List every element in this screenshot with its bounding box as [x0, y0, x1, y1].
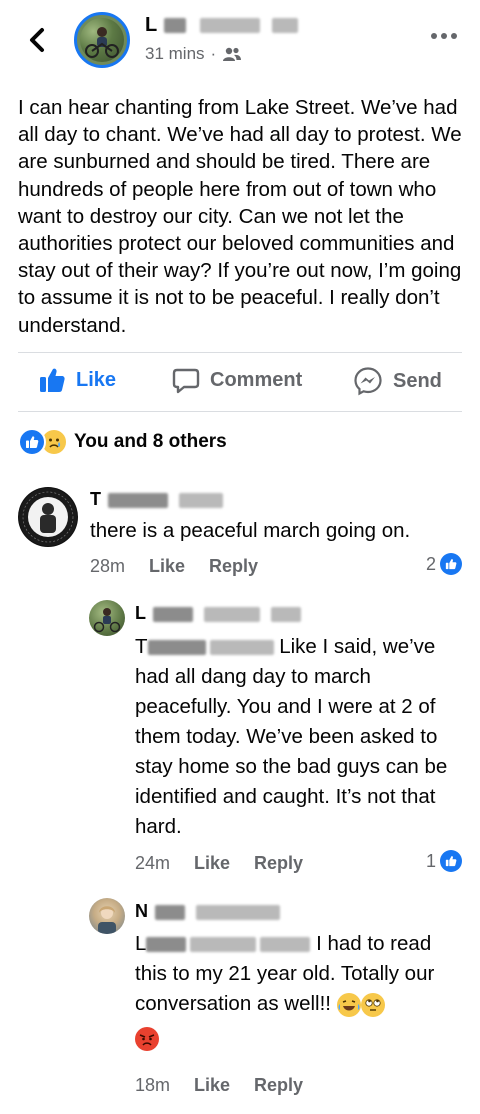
redacted-name: [108, 492, 169, 508]
comment-like-button[interactable]: Like: [149, 556, 185, 577]
comment-meta: 28m Like Reply: [90, 556, 258, 577]
comment-like-button[interactable]: Like: [194, 1075, 230, 1096]
like-button[interactable]: Like: [38, 366, 116, 394]
like-reaction-icon: [18, 428, 46, 456]
comment-reaction-count[interactable]: 2: [426, 553, 462, 575]
mention-initial: L: [135, 932, 147, 955]
redacted-name: [164, 18, 187, 34]
commenter-name[interactable]: T: [90, 489, 224, 510]
redacted-name: [271, 18, 298, 34]
commenter-initial: L: [135, 603, 146, 623]
redacted-name: [196, 904, 281, 920]
meta-separator: ·: [210, 44, 217, 63]
mention-initial: T: [135, 635, 148, 658]
comment-text-rest: this to my 21 year old. Totally our conv…: [135, 962, 435, 1015]
angry-emoji-icon: [135, 1026, 159, 1051]
comment-text-line: I had to read: [310, 932, 432, 955]
comment-text-rest-wrap: this to my 21 year old. Totally our conv…: [135, 959, 435, 1019]
comment-bubble-icon: [172, 368, 200, 394]
mention-tag[interactable]: T: [135, 635, 274, 658]
comment-button[interactable]: Comment: [172, 366, 302, 394]
comment-emoji-line: [135, 1023, 465, 1053]
messenger-icon: [354, 367, 382, 396]
redacted-name: [146, 937, 187, 953]
post-body: I can hear chanting from Lake Street. We…: [18, 96, 462, 337]
author-avatar[interactable]: [74, 12, 130, 68]
like-reaction-icon: [440, 850, 462, 872]
mention-tag[interactable]: L: [135, 932, 311, 955]
reaction-count-number: 1: [425, 850, 436, 871]
comment-text: there is a peaceful march going on.: [90, 519, 411, 542]
like-reaction-icon: [440, 553, 462, 575]
tears-of-joy-emoji-icon: [336, 992, 361, 1017]
redacted-name: [152, 606, 193, 622]
redacted-name: [270, 606, 301, 622]
chevron-left-icon: [30, 28, 44, 52]
comment-reply-button[interactable]: Reply: [254, 1075, 303, 1096]
friends-icon: [223, 47, 242, 61]
more-options-button[interactable]: [430, 28, 458, 39]
redacted-name: [155, 904, 186, 920]
redacted-name: [203, 606, 260, 622]
comment-label: Comment: [210, 368, 303, 391]
redacted-name: [209, 640, 274, 656]
commenter-name[interactable]: L: [135, 603, 301, 624]
reactions-summary[interactable]: You and 8 others: [18, 428, 227, 456]
commenter-name[interactable]: N: [135, 901, 281, 922]
redacted-name: [199, 18, 260, 34]
comment-reply-button[interactable]: Reply: [254, 853, 303, 874]
commenter-initial: N: [135, 901, 148, 921]
back-button[interactable]: [22, 20, 52, 60]
comment-meta: 24m Like Reply: [135, 853, 303, 874]
comment-reply-button[interactable]: Reply: [209, 556, 258, 577]
comment-time[interactable]: 24m: [135, 853, 170, 874]
divider: [18, 411, 462, 412]
commenter-initial: T: [90, 489, 101, 509]
comment-text: T Like I said, we’ve had all dang day to…: [135, 632, 455, 842]
divider: [18, 352, 462, 353]
send-label: Send: [393, 369, 442, 392]
redacted-name: [179, 492, 224, 508]
eye-roll-emoji-icon: [360, 992, 385, 1017]
comment-text: L I had to read this to my 21 year old. …: [135, 929, 465, 1053]
reaction-count-number: 2: [425, 553, 436, 574]
comment-text-line: Like I said, we’ve: [273, 635, 436, 658]
post-time[interactable]: 31 mins: [145, 44, 205, 64]
post-meta: 31 mins ·: [145, 44, 242, 64]
comment-meta: 18m Like Reply: [135, 1075, 303, 1096]
send-button[interactable]: Send: [353, 366, 442, 396]
author-initial: L: [145, 14, 157, 36]
like-label: Like: [76, 368, 117, 391]
redacted-name: [260, 937, 311, 953]
reactions-summary-text: You and 8 others: [74, 431, 227, 452]
more-horizontal-icon: [431, 33, 457, 39]
comment-like-button[interactable]: Like: [194, 853, 230, 874]
comment-time[interactable]: 18m: [135, 1075, 170, 1096]
commenter-avatar[interactable]: [89, 898, 125, 934]
commenter-avatar[interactable]: [89, 600, 125, 636]
redacted-name: [190, 937, 257, 953]
thumbs-up-icon: [40, 368, 65, 392]
commenter-avatar[interactable]: [18, 487, 78, 547]
antifa-badge-icon: [19, 488, 77, 546]
comment-text-rest: had all dang day to march peacefully. Yo…: [135, 665, 448, 838]
comment-reaction-count[interactable]: 1: [426, 850, 462, 872]
comment-time[interactable]: 28m: [90, 556, 125, 577]
author-name[interactable]: L: [145, 14, 298, 37]
redacted-name: [147, 640, 206, 656]
